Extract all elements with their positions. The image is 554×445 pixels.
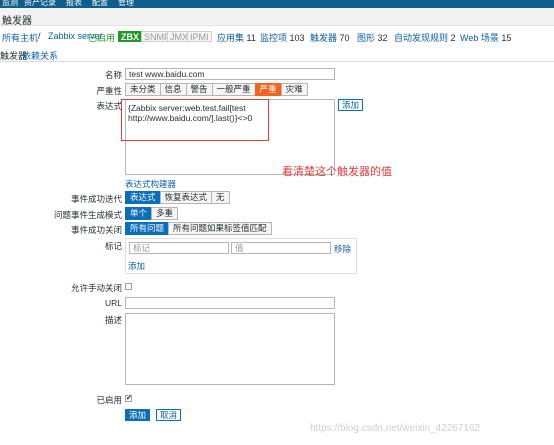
- severity-disaster[interactable]: 灾难: [280, 83, 308, 96]
- manual-close-checkbox[interactable]: [125, 283, 132, 290]
- zbx-badge: ZBX: [118, 31, 142, 42]
- discovery-rules-link[interactable]: 自动发现规则 2: [394, 31, 456, 44]
- tag-remove-link[interactable]: 移除: [334, 243, 351, 255]
- nav-item-configuration[interactable]: 配置: [92, 0, 108, 8]
- triggers-link[interactable]: 触发器 70: [310, 31, 350, 44]
- name-label: 名称: [104, 70, 122, 80]
- tags-label: 标记: [104, 241, 122, 251]
- ok-close-label: 事件成功关闭: [70, 225, 122, 235]
- expression-label: 表达式: [96, 101, 122, 111]
- problem-mode-selector: 单个 多重: [125, 207, 179, 220]
- page-title: 触发器: [2, 16, 32, 27]
- applications-link[interactable]: 应用集 11: [217, 31, 256, 44]
- form-tabs: 触发器 依赖关系: [0, 46, 554, 62]
- severity-not-classified[interactable]: 未分类: [125, 83, 161, 96]
- breadcrumb-all-hosts[interactable]: 所有主机: [2, 31, 38, 44]
- breadcrumb-separator: /: [38, 31, 41, 41]
- host-enabled-status: 已启用: [88, 33, 116, 43]
- expression-add-button[interactable]: 添加: [338, 99, 364, 111]
- severity-high[interactable]: 严重: [254, 83, 282, 96]
- recovery-mode-none[interactable]: 无: [211, 191, 230, 204]
- url-label: URL: [104, 298, 122, 308]
- cancel-button[interactable]: 取消: [156, 409, 182, 421]
- enabled-label: 已启用: [96, 395, 122, 405]
- nav-item-reports[interactable]: 报表: [66, 0, 82, 8]
- tag-name-input[interactable]: 标记: [129, 242, 229, 254]
- severity-average[interactable]: 一般严重: [211, 83, 256, 96]
- items-link[interactable]: 监控项 103: [260, 31, 305, 44]
- breadcrumb: 所有主机 / Zabbix server 已启用 ZBX SNMP JMX IP…: [0, 26, 554, 46]
- description-textarea[interactable]: [125, 313, 335, 385]
- web-scenarios-link[interactable]: Web 场景 15: [460, 31, 511, 44]
- manual-close-label: 允许手动关闭: [70, 283, 122, 293]
- annotation-note: 看清楚这个触发器的值: [282, 166, 392, 178]
- page-header: 触发器: [0, 8, 554, 27]
- ok-close-selector: 所有问题 所有问题如果标签值匹配: [125, 222, 272, 235]
- severity-selector: 未分类 信息 警告 一般严重 严重 灾难: [125, 83, 308, 96]
- add-button[interactable]: 添加: [125, 409, 151, 421]
- watermark-text: https://blog.csdn.net/weixin_42267162: [310, 423, 481, 434]
- ok-close-tag-match[interactable]: 所有问题如果标签值匹配: [168, 222, 272, 235]
- expression-builder-link[interactable]: 表达式构建器: [125, 178, 176, 190]
- nav-item-inventory[interactable]: 资产记录: [24, 0, 56, 8]
- description-label: 描述: [104, 315, 122, 325]
- severity-warning[interactable]: 警告: [185, 83, 213, 96]
- enabled-checkbox[interactable]: ✔: [125, 395, 132, 402]
- recovery-mode-selector: 表达式 恢复表达式 无: [125, 191, 230, 204]
- recovery-mode-expression[interactable]: 表达式: [125, 191, 161, 204]
- expression-highlight-box: [121, 99, 269, 141]
- ok-close-all-problems[interactable]: 所有问题: [125, 222, 170, 235]
- top-navigation-bar: 监测 资产记录 报表 配置 管理: [0, 0, 554, 8]
- problem-mode-multiple[interactable]: 多重: [151, 207, 179, 220]
- nav-item-administration[interactable]: 管理: [118, 0, 134, 8]
- url-input[interactable]: [125, 297, 335, 309]
- tag-value-input[interactable]: 值: [231, 242, 331, 254]
- problem-mode-label: 问题事件生成模式: [53, 210, 122, 220]
- graphs-link[interactable]: 图形 32: [357, 31, 388, 44]
- nav-item-monitoring[interactable]: 监测: [2, 0, 18, 8]
- severity-label: 严重性: [96, 86, 122, 96]
- severity-information[interactable]: 信息: [159, 83, 187, 96]
- recovery-mode-label: 事件成功迭代: [70, 194, 122, 204]
- recovery-mode-recovery-expression[interactable]: 恢复表达式: [159, 191, 213, 204]
- tab-dependencies[interactable]: 依赖关系: [22, 49, 58, 62]
- problem-mode-single[interactable]: 单个: [125, 207, 153, 220]
- name-input[interactable]: test www.baidu.com: [125, 68, 335, 80]
- tag-add-link[interactable]: 添加: [128, 260, 145, 272]
- ipmi-badge: IPMI: [187, 31, 212, 42]
